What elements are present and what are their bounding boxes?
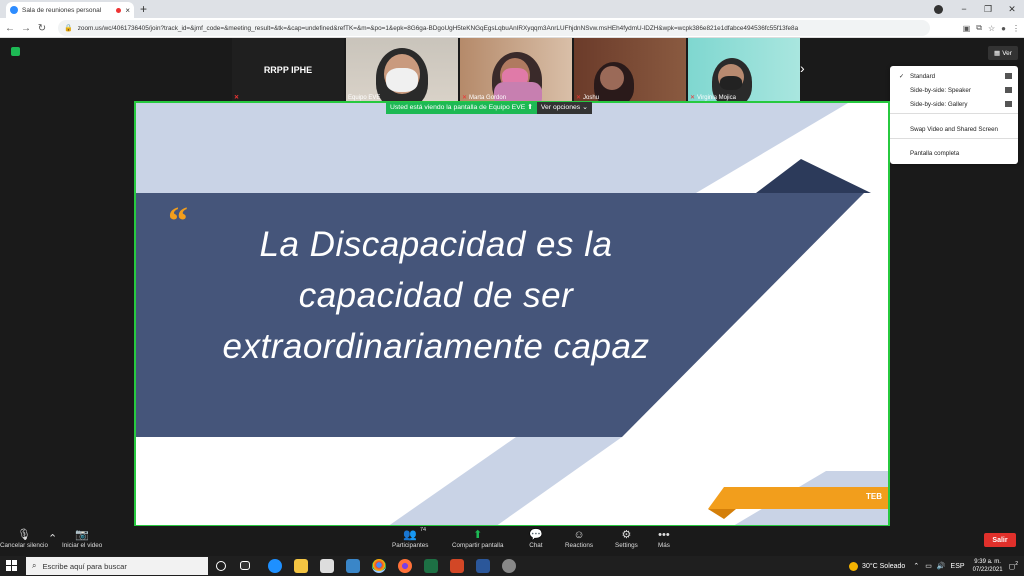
menu-item-side-by-side-gallery[interactable]: Side-by-side: Gallery bbox=[890, 97, 1018, 111]
menu-divider bbox=[890, 138, 1018, 139]
weather-text[interactable]: 30°C Soleado bbox=[862, 563, 905, 570]
search-icon: ⌕ bbox=[32, 561, 37, 570]
slide-logo: TEB bbox=[866, 492, 882, 501]
next-page-chevron-icon[interactable]: › bbox=[800, 60, 805, 76]
reactions-icon: ☺ bbox=[573, 529, 585, 541]
chat-button[interactable]: 💬 Chat bbox=[529, 528, 543, 549]
recording-dot-icon bbox=[116, 7, 122, 13]
standard-layout-icon bbox=[1005, 73, 1012, 79]
meeting-controls: 🎙 Cancelar silencio ⌃ 📷 Iniciar el video… bbox=[0, 526, 1024, 556]
video-off-icon: 📷 bbox=[75, 529, 89, 541]
clock[interactable]: 9:39 a. m. 07/22/2021 bbox=[973, 558, 1003, 574]
back-button[interactable]: ← bbox=[2, 23, 18, 34]
forward-button[interactable]: → bbox=[18, 23, 34, 34]
new-tab-button[interactable]: + bbox=[140, 2, 147, 16]
windows-taskbar: ⌕ Escribe aquí para buscar 30°C Soleado … bbox=[0, 556, 1024, 576]
firefox-icon[interactable] bbox=[398, 559, 412, 573]
security-shield-icon[interactable] bbox=[11, 47, 20, 56]
gear-icon: ⚙ bbox=[621, 529, 632, 541]
participant-tile[interactable]: ✕ Joshu bbox=[574, 38, 686, 102]
browser-tab[interactable]: Sala de reuniones personal × bbox=[6, 2, 134, 18]
browser-tabstrip: Sala de reuniones personal × + − ❐ ✕ bbox=[0, 0, 1024, 18]
notification-center-icon[interactable]: ▢2 bbox=[1009, 561, 1018, 570]
participants-icon: 👥 bbox=[403, 529, 418, 541]
browser-menu-icon[interactable]: ⋮ bbox=[1012, 24, 1020, 33]
tab-close-button[interactable]: × bbox=[125, 6, 130, 15]
sun-weather-icon bbox=[849, 561, 859, 571]
app-icon[interactable] bbox=[502, 559, 516, 573]
reactions-button[interactable]: ☺ Reactions bbox=[565, 528, 593, 549]
participant-tile[interactable]: ✕ Virginia Mojica bbox=[688, 38, 800, 102]
language-indicator[interactable]: ESP bbox=[951, 563, 965, 570]
settings-button[interactable]: ⚙ Settings bbox=[615, 528, 638, 549]
muted-mic-icon: 🎙 bbox=[16, 529, 31, 541]
close-window-button[interactable]: ✕ bbox=[1000, 4, 1024, 15]
share-screen-icon: ⬆ bbox=[473, 529, 483, 541]
view-menu: ✓ Standard Side-by-side: Speaker Side-by… bbox=[890, 66, 1018, 164]
edge-icon[interactable] bbox=[268, 559, 282, 573]
zoom-meeting: RRPP IPHE ✕ Equipo EVE ✕ Marta Gordon ✕ … bbox=[0, 38, 1024, 527]
chat-icon: 💬 bbox=[529, 529, 543, 541]
grid-icon: ▦ bbox=[994, 50, 1001, 57]
media-control-icon[interactable] bbox=[934, 5, 943, 14]
powerpoint-icon[interactable] bbox=[450, 559, 464, 573]
speaker-layout-icon bbox=[1005, 87, 1012, 93]
more-button[interactable]: ••• Más bbox=[658, 528, 670, 549]
file-explorer-icon[interactable] bbox=[294, 559, 308, 573]
gallery-layout-icon bbox=[1005, 101, 1012, 107]
reload-button[interactable]: ↻ bbox=[34, 23, 50, 34]
mail-icon[interactable] bbox=[346, 559, 360, 573]
view-options-button[interactable]: Ver opciones ⌄ bbox=[536, 102, 592, 114]
store-icon[interactable] bbox=[320, 559, 334, 573]
leave-button[interactable]: Salir bbox=[984, 533, 1016, 547]
more-dots-icon: ••• bbox=[658, 529, 670, 541]
menu-item-swap-video[interactable]: Swap Video and Shared Screen bbox=[890, 122, 1018, 136]
audio-options-chevron-icon[interactable]: ⌃ bbox=[48, 532, 57, 546]
volume-icon[interactable]: 🔊 bbox=[937, 562, 946, 570]
tray-chevron-icon[interactable]: ⌃ bbox=[913, 562, 919, 570]
view-button[interactable]: ▦ Ver bbox=[988, 46, 1018, 60]
windows-start-icon[interactable] bbox=[6, 560, 17, 571]
network-icon[interactable]: ▭ bbox=[925, 562, 932, 570]
url-text: zoom.us/wc/4061736405/join?track_id=&jmf… bbox=[77, 24, 799, 32]
participant-name: RRPP IPHE bbox=[263, 65, 313, 75]
shared-screen: “ La Discapacidad es la capacidad de ser… bbox=[134, 101, 890, 527]
minimize-button[interactable]: − bbox=[952, 4, 976, 14]
chrome-icon[interactable] bbox=[372, 559, 386, 573]
browser-toolbar: ← → ↻ 🔒 zoom.us/wc/4061736405/join?track… bbox=[0, 18, 1024, 38]
menu-divider bbox=[890, 113, 1018, 114]
participant-strip: RRPP IPHE ✕ Equipo EVE ✕ Marta Gordon ✕ … bbox=[232, 38, 812, 102]
participant-tile[interactable]: ✕ Marta Gordon bbox=[460, 38, 572, 102]
participant-tile[interactable]: Equipo EVE bbox=[346, 38, 458, 102]
bookmark-star-icon[interactable]: ☆ bbox=[988, 24, 995, 33]
start-video-button[interactable]: 📷 Iniciar el video bbox=[62, 528, 102, 549]
share-screen-button[interactable]: ⬆ Compartir pantalla bbox=[452, 528, 503, 549]
menu-item-side-by-side-speaker[interactable]: Side-by-side: Speaker bbox=[890, 83, 1018, 97]
task-view-icon[interactable] bbox=[240, 561, 250, 570]
zoom-favicon-icon bbox=[10, 6, 18, 14]
participant-count: 74 bbox=[420, 527, 427, 533]
system-tray: 30°C Soleado ⌃ ▭ 🔊 ESP 9:39 a. m. 07/22/… bbox=[849, 556, 1024, 576]
word-icon[interactable] bbox=[476, 559, 490, 573]
address-bar[interactable]: 🔒 zoom.us/wc/4061736405/join?track_id=&j… bbox=[58, 20, 930, 36]
lock-icon: 🔒 bbox=[64, 25, 73, 32]
menu-item-standard[interactable]: ✓ Standard bbox=[890, 69, 1018, 83]
slide-quote-text: La Discapacidad es la capacidad de ser e… bbox=[222, 225, 650, 366]
cortana-icon[interactable] bbox=[216, 561, 226, 571]
camera-permission-icon[interactable]: ▣ bbox=[963, 24, 971, 33]
excel-icon[interactable] bbox=[424, 559, 438, 573]
unmute-button[interactable]: 🎙 Cancelar silencio bbox=[0, 528, 48, 549]
account-icon[interactable]: ● bbox=[1001, 24, 1006, 33]
menu-item-fullscreen[interactable]: Pantalla completa bbox=[890, 146, 1018, 160]
taskbar-search[interactable]: ⌕ Escribe aquí para buscar bbox=[26, 557, 208, 575]
translate-icon[interactable]: ⧉ bbox=[976, 23, 982, 33]
tab-title: Sala de reuniones personal bbox=[22, 6, 102, 14]
check-icon: ✓ bbox=[899, 72, 905, 80]
viewing-banner: Usted está viendo la pantalla de Equipo … bbox=[386, 102, 592, 114]
maximize-button[interactable]: ❐ bbox=[976, 4, 1000, 15]
participant-tile[interactable]: RRPP IPHE ✕ bbox=[232, 38, 344, 102]
